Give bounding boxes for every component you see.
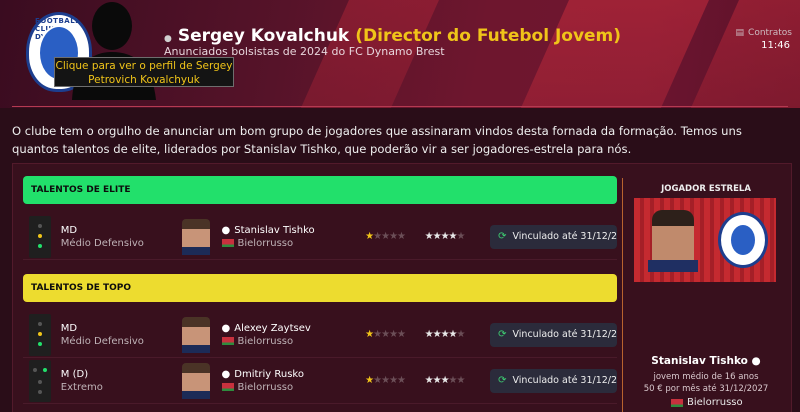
position-pitch-icon xyxy=(29,359,51,402)
player-position: MD xyxy=(60,224,78,236)
belarus-flag-icon xyxy=(671,398,683,407)
star-player-nationality-text: Bielorrusso xyxy=(687,397,743,408)
star-player-face xyxy=(648,210,698,272)
player-face xyxy=(181,316,210,353)
person-icon: ● xyxy=(751,355,761,367)
potential-stars: ★★★★★ xyxy=(424,329,466,340)
belarus-flag-icon xyxy=(221,239,234,247)
contract-text: Vinculado até 31/12/2027 xyxy=(512,231,618,242)
star-player-nationality: Bielorrusso xyxy=(671,397,743,408)
potential-stars: ★★★★★ xyxy=(424,231,466,242)
contract-status[interactable]: ⟳ Vinculado até 31/12/2027 xyxy=(490,322,618,347)
star-player-image[interactable] xyxy=(634,198,776,282)
star-player-name[interactable]: Stanislav Tishko ● xyxy=(623,355,789,367)
player-face xyxy=(181,362,210,399)
position-pitch-icon xyxy=(29,313,51,356)
game-clock: 11:46 xyxy=(761,40,790,51)
player-nationality: Bielorrusso xyxy=(237,335,294,347)
player-row[interactable]: M (D) Extremo ● Dmitriy Rusko Bielorrusso… xyxy=(23,358,617,404)
header: FOOTBALL CLUB DYNAMO ● Sergey Kovalchuk … xyxy=(0,0,800,108)
player-role: Extremo xyxy=(60,381,103,393)
person-icon: ● xyxy=(221,224,231,236)
title-row: ● Sergey Kovalchuk (Director do Futebol … xyxy=(164,26,621,46)
staff-role: (Director do Futebol Jovem) xyxy=(355,26,622,46)
player-list: TALENTOS DE ELITE MD Médio Defensivo ● St… xyxy=(23,176,617,404)
person-icon: ● xyxy=(164,34,172,44)
section-header-elite: TALENTOS DE ELITE xyxy=(23,176,617,204)
player-position: M (D) xyxy=(60,368,89,380)
player-name[interactable]: Stanislav Tishko xyxy=(234,225,314,236)
intro-text: O clube tem o orgulho de anunciar um bom… xyxy=(12,124,742,156)
contract-text: Vinculado até 31/12/2027 xyxy=(512,375,618,386)
contract-check-icon: ⟳ xyxy=(498,375,507,386)
player-position: MD xyxy=(60,322,78,334)
contract-status[interactable]: ⟳ Vinculado até 31/12/2027 xyxy=(490,368,618,393)
contract-icon: ▤ xyxy=(735,28,745,38)
contracts-link[interactable]: ▤ Contratos xyxy=(736,28,792,38)
star-player-description: jovem médio de 16 anos xyxy=(653,372,759,382)
ability-stars: ★★★★★ xyxy=(365,231,406,242)
player-name[interactable]: Alexey Zaytsev xyxy=(234,323,311,334)
star-player-name-text: Stanislav Tishko xyxy=(651,355,748,367)
header-decor xyxy=(471,0,709,108)
potential-stars: ★★★★★ xyxy=(424,375,466,386)
belarus-flag-icon xyxy=(221,383,234,391)
contracts-label: Contratos xyxy=(748,28,792,38)
player-nationality: Bielorrusso xyxy=(237,237,294,249)
player-row[interactable]: MD Médio Defensivo ● Alexey Zaytsev Bielo… xyxy=(23,312,617,358)
staff-name-link[interactable]: Sergey Kovalchuk xyxy=(178,26,349,46)
player-name[interactable]: Dmitriy Rusko xyxy=(234,369,304,380)
position-pitch-icon xyxy=(29,215,51,258)
player-nationality: Bielorrusso xyxy=(237,381,294,393)
club-crest xyxy=(718,212,768,268)
contract-text: Vinculado até 31/12/2027 xyxy=(512,329,618,340)
star-player-salary: 50 € por mês até 31/12/2027 xyxy=(643,384,769,394)
section-header-top: TALENTOS DE TOPO xyxy=(23,274,617,302)
contract-check-icon: ⟳ xyxy=(498,231,507,242)
player-role: Médio Defensivo xyxy=(60,237,144,249)
contract-status[interactable]: ⟳ Vinculado até 31/12/2027 xyxy=(490,224,618,249)
ability-stars: ★★★★★ xyxy=(365,375,406,386)
star-player-card: JOGADOR ESTRELA Stanislav Tishko ● jovem… xyxy=(622,178,788,412)
player-role: Médio Defensivo xyxy=(60,335,144,347)
player-row[interactable]: MD Médio Defensivo ● Stanislav Tishko Bie… xyxy=(23,214,617,260)
person-icon: ● xyxy=(221,322,231,334)
belarus-flag-icon xyxy=(221,337,234,345)
star-player-title: JOGADOR ESTRELA xyxy=(661,184,751,194)
player-face xyxy=(181,218,210,255)
ability-stars: ★★★★★ xyxy=(365,329,406,340)
header-divider xyxy=(12,106,788,107)
tooltip: Clique para ver o perfil de Sergey Petro… xyxy=(54,57,234,87)
person-icon: ● xyxy=(221,368,231,380)
contract-check-icon: ⟳ xyxy=(498,329,507,340)
